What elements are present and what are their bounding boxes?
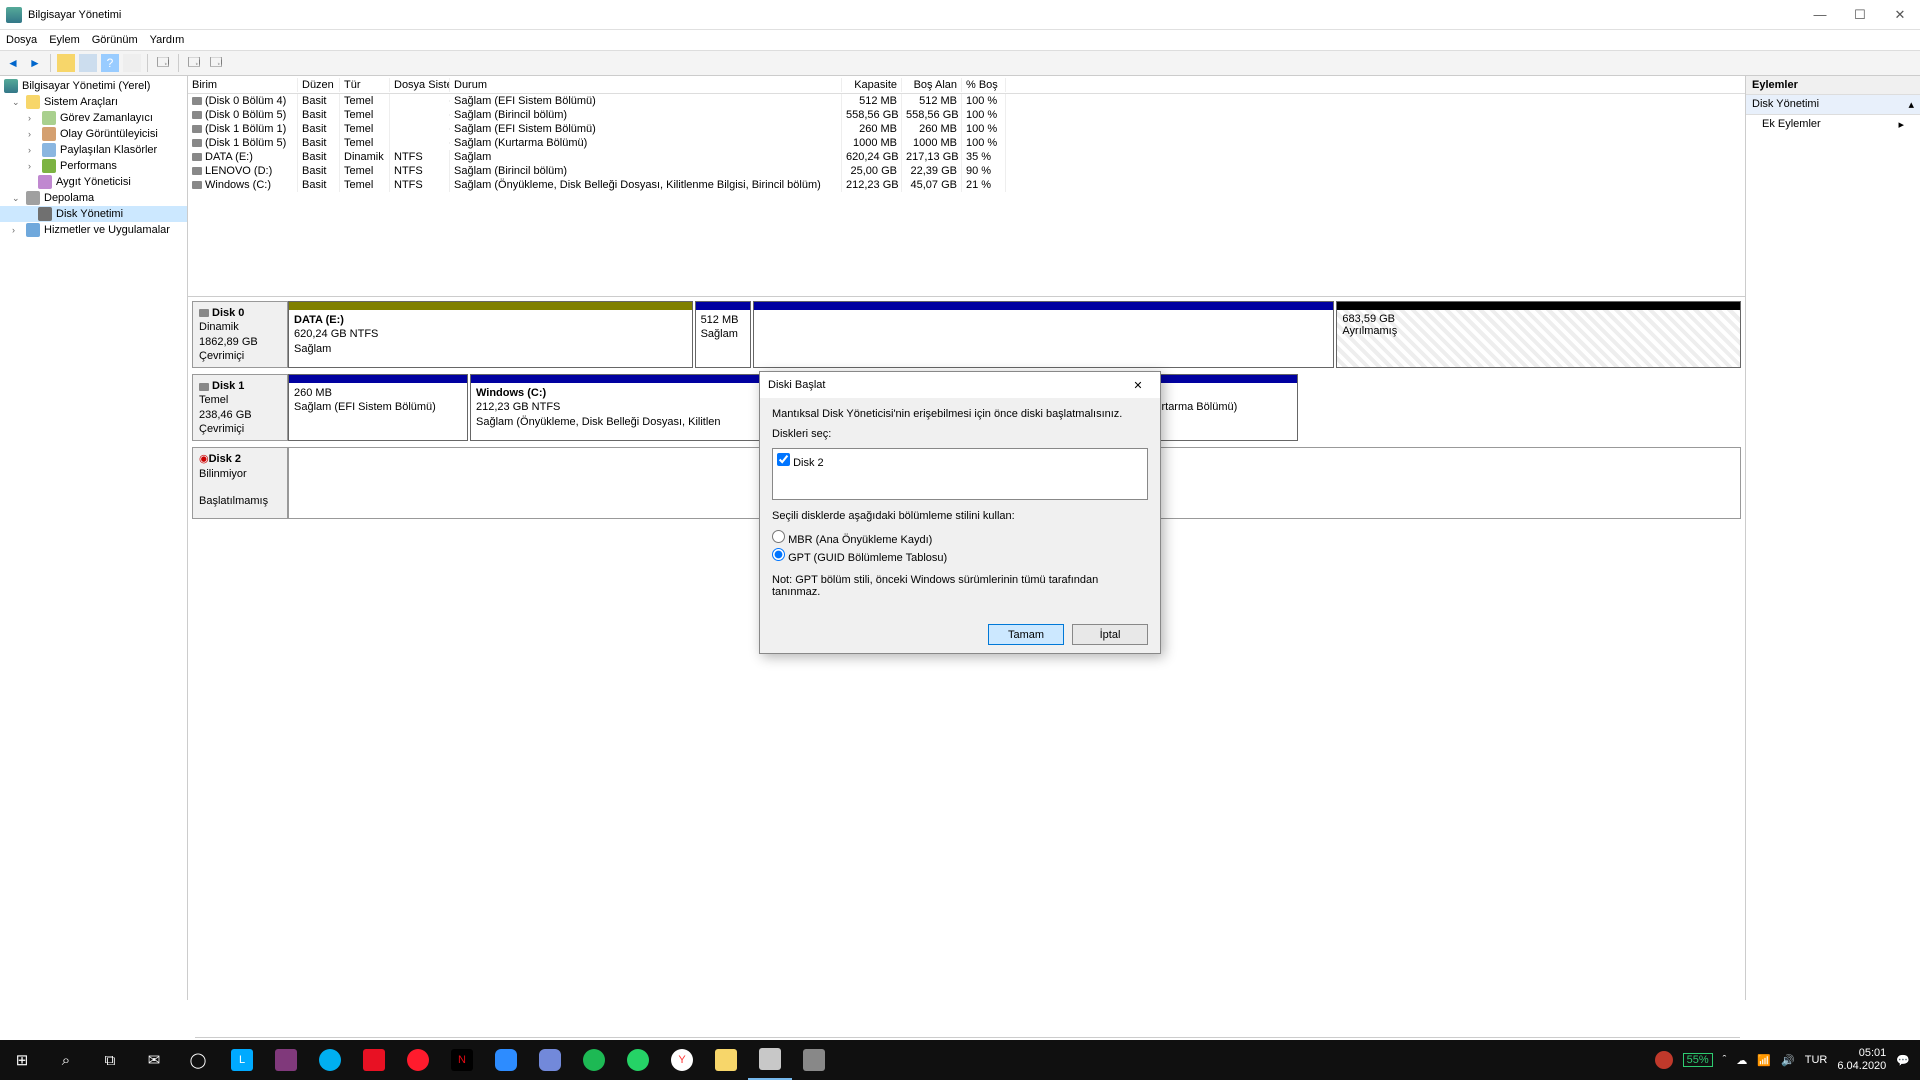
mail-icon[interactable]: ✉ [132,1040,176,1080]
volume-row[interactable]: (Disk 1 Bölüm 5)BasitTemelSağlam (Kurtar… [188,136,1745,150]
tray-shield-icon[interactable] [1655,1051,1673,1069]
volume-row[interactable]: (Disk 0 Bölüm 4)BasitTemelSağlam (EFI Si… [188,94,1745,108]
window-title: Bilgisayar Yönetimi [28,9,121,21]
toolbar-btn-1[interactable] [57,54,75,72]
back-icon[interactable]: ◄ [4,54,22,72]
maximize-button[interactable]: ☐ [1840,7,1880,23]
yandex-icon[interactable]: Y [660,1040,704,1080]
dialog-select-label: Diskleri seç: [772,428,1148,440]
zoom-icon[interactable] [484,1040,528,1080]
disk0-unallocated[interactable]: 683,59 GBAyrılmamış [1336,301,1741,368]
dialog-note: Not: GPT bölüm stili, önceki Windows sür… [772,574,1148,598]
tray-notifications-icon[interactable]: 💬 [1896,1054,1910,1067]
cortana-icon[interactable]: ◯ [176,1040,220,1080]
toolbar: ◄ ► ? 🗔 🗔 🗔 [0,50,1920,76]
tray-onedrive-icon[interactable]: ☁ [1736,1054,1747,1067]
dialog-message: Mantıksal Disk Yöneticisi'nin erişebilme… [772,408,1148,420]
volume-row[interactable]: LENOVO (D:)BasitTemelNTFSSağlam (Birinci… [188,164,1745,178]
disk2-header[interactable]: ◉Disk 2BilinmiyorBaşlatılmamış [192,447,288,519]
taskview-icon[interactable]: ⧉ [88,1040,132,1080]
skype-icon[interactable] [308,1040,352,1080]
toolbar-btn-2[interactable] [79,54,97,72]
opera-icon[interactable] [396,1040,440,1080]
dialog-title: Diski Başlat [768,379,825,391]
titlebar: Bilgisayar Yönetimi — ☐ ✕ [0,0,1920,30]
tray-clock[interactable]: 05:016.04.2020 [1837,1047,1886,1073]
disk0-partition-hidden[interactable] [753,301,1335,368]
tray-chevron-icon[interactable]: ˆ [1723,1054,1727,1066]
volume-list: BirimDüzenTürDosya SistemiDurumKapasiteB… [188,76,1745,296]
tray-volume-icon[interactable]: 🔊 [1781,1054,1795,1067]
tree-shared-folders[interactable]: ›Paylaşılan Klasörler [0,142,187,158]
onenote-icon[interactable] [264,1040,308,1080]
toolbar-btn-4[interactable] [123,54,141,72]
toolbar-btn-7[interactable]: 🗔 [207,54,225,72]
whatsapp-icon[interactable] [616,1040,660,1080]
tree-storage[interactable]: ⌄Depolama [0,190,187,206]
close-button[interactable]: ✕ [1880,7,1920,23]
toolbar-btn-5[interactable]: 🗔 [154,54,172,72]
app-l-icon[interactable]: L [220,1040,264,1080]
actions-heading: Eylemler [1746,76,1920,95]
nav-tree: Bilgisayar Yönetimi (Yerel) ⌄Sistem Araç… [0,76,188,1000]
initialize-disk-dialog: Diski Başlat ✕ Mantıksal Disk Yöneticisi'… [759,371,1161,654]
disk1-partition-efi[interactable]: 260 MBSağlam (EFI Sistem Bölümü) [288,374,468,441]
ok-button[interactable]: Tamam [988,624,1064,645]
tree-device-manager[interactable]: Aygıt Yöneticisi [0,174,187,190]
tree-root[interactable]: Bilgisayar Yönetimi (Yerel) [0,78,187,94]
tree-event-viewer[interactable]: ›Olay Görüntüleyicisi [0,126,187,142]
taskbar: ⊞ ⌕ ⧉ ✉ ◯ L N Y 55% ˆ ☁ 📶 🔊 TUR 05:016.0… [0,1040,1920,1080]
start-button[interactable]: ⊞ [0,1040,44,1080]
tree-disk-management[interactable]: Disk Yönetimi [0,206,187,222]
actions-group[interactable]: Disk Yönetimi▴ [1746,95,1920,115]
app-icon [6,7,22,23]
disk-select-list[interactable]: Disk 2 [772,448,1148,500]
menu-file[interactable]: Dosya [6,34,37,46]
disk0-partition-2[interactable]: 512 MBSağlam [695,301,751,368]
app-red-icon[interactable] [352,1040,396,1080]
tree-services[interactable]: ›Hizmetler ve Uygulamalar [0,222,187,238]
tray-wifi-icon[interactable]: 📶 [1757,1054,1771,1067]
menu-help[interactable]: Yardım [150,34,185,46]
toolbar-btn-3[interactable]: ? [101,54,119,72]
app-grey-icon[interactable] [792,1040,836,1080]
cancel-button[interactable]: İptal [1072,624,1148,645]
radio-mbr[interactable]: MBR (Ana Önyükleme Kaydı) [772,530,1148,546]
discord-icon[interactable] [528,1040,572,1080]
disk1-header[interactable]: Disk 1Temel238,46 GBÇevrimiçi [192,374,288,441]
actions-more[interactable]: Ek Eylemler ▸ [1746,115,1920,133]
radio-gpt[interactable]: GPT (GUID Bölümleme Tablosu) [772,548,1148,564]
tray-lang[interactable]: TUR [1805,1054,1828,1066]
volume-row[interactable]: DATA (E:)BasitDinamikNTFSSağlam620,24 GB… [188,150,1745,164]
tray-battery-icon[interactable]: 55% [1683,1053,1713,1067]
search-icon[interactable]: ⌕ [44,1040,88,1080]
menubar: Dosya Eylem Görünüm Yardım [0,30,1920,50]
dialog-style-label: Seçili disklerde aşağıdaki bölümleme sti… [772,510,1148,522]
menu-view[interactable]: Görünüm [92,34,138,46]
compmgmt-taskbar-icon[interactable] [748,1040,792,1080]
explorer-icon[interactable] [704,1040,748,1080]
spotify-icon[interactable] [572,1040,616,1080]
disk0-partition-data[interactable]: DATA (E:)620,24 GB NTFSSağlam [288,301,693,368]
volume-row[interactable]: Windows (C:)BasitTemelNTFSSağlam (Önyükl… [188,178,1745,192]
tree-system-tools[interactable]: ⌄Sistem Araçları [0,94,187,110]
netflix-icon[interactable]: N [440,1040,484,1080]
actions-panel: Eylemler Disk Yönetimi▴ Ek Eylemler ▸ [1746,76,1920,1000]
disk0-header[interactable]: Disk 0Dinamik1862,89 GBÇevrimiçi [192,301,288,368]
tree-task-scheduler[interactable]: ›Görev Zamanlayıcı [0,110,187,126]
dialog-close-icon[interactable]: ✕ [1124,379,1152,392]
volume-row[interactable]: (Disk 1 Bölüm 1)BasitTemelSağlam (EFI Si… [188,122,1745,136]
forward-icon[interactable]: ► [26,54,44,72]
disk2-checkbox[interactable] [777,453,790,466]
toolbar-btn-6[interactable]: 🗔 [185,54,203,72]
volume-header[interactable]: BirimDüzenTürDosya SistemiDurumKapasiteB… [188,76,1745,94]
menu-action[interactable]: Eylem [49,34,80,46]
tree-performance[interactable]: ›Performans [0,158,187,174]
minimize-button[interactable]: — [1800,7,1840,23]
volume-row[interactable]: (Disk 0 Bölüm 5)BasitTemelSağlam (Birinc… [188,108,1745,122]
